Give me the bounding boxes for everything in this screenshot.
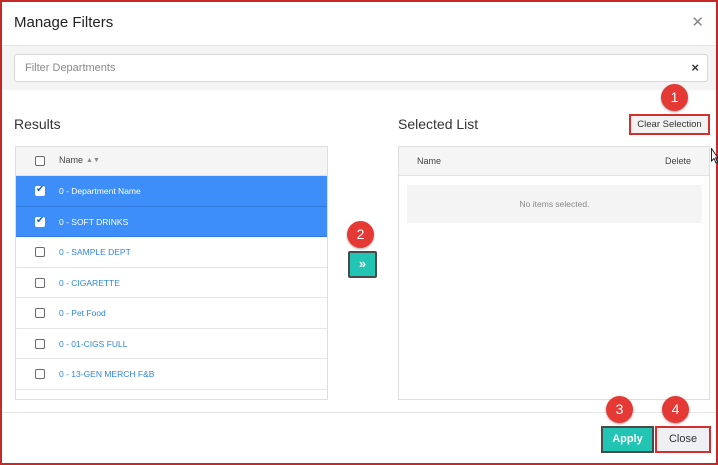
result-row[interactable]: 0 - 01-CIGS FULL [16, 329, 327, 359]
selected-list: Name Delete No items selected. [398, 146, 710, 400]
row-checkbox[interactable] [35, 277, 45, 288]
result-row[interactable]: 0 - SOFT DRINKS [16, 206, 327, 237]
annotation-badge-4: 4 [662, 396, 689, 423]
filter-bar: × [2, 46, 716, 90]
result-row-label[interactable]: 0 - Pet Food [59, 308, 106, 318]
select-all-checkbox[interactable] [35, 156, 45, 166]
result-row-label[interactable]: 0 - SAMPLE DEPT [59, 247, 131, 257]
result-row[interactable]: 0 - 13-GEN MERCH F&B [16, 359, 327, 390]
results-header: Name ▲▼ [16, 147, 327, 176]
results-title: Results [14, 116, 61, 132]
row-checkbox[interactable] [35, 247, 45, 257]
row-checkbox[interactable] [35, 369, 45, 379]
annotation-badge-3: 3 [606, 396, 633, 423]
result-row[interactable]: 0 - Department Name [16, 176, 327, 207]
row-checkbox[interactable] [35, 308, 45, 318]
name-column-header[interactable]: Name [59, 155, 83, 165]
clear-filter-icon[interactable]: × [691, 61, 699, 74]
selected-delete-column: Delete [664, 156, 691, 166]
filter-field: × [14, 54, 708, 82]
selected-list-header: Name Delete [399, 147, 709, 176]
row-checkbox[interactable] [35, 215, 45, 227]
result-row[interactable]: 0 - CIGARETTE [16, 268, 327, 298]
results-rows: 0 - Department Name 0 - SOFT DRINKS 0 - SA… [16, 176, 327, 390]
empty-state-message: No items selected. [407, 185, 702, 223]
dialog-title: Manage Filters [14, 14, 114, 31]
move-selected-button[interactable]: » [348, 251, 377, 278]
result-row[interactable]: 0 - SAMPLE DEPT [16, 237, 327, 268]
close-icon[interactable]: ✕ [691, 15, 704, 30]
annotation-badge-2: 2 [347, 221, 374, 248]
apply-button[interactable]: Apply [601, 426, 654, 453]
result-row[interactable]: 0 - Pet Food [16, 298, 327, 329]
result-row-label[interactable]: 0 - Department Name [59, 186, 141, 196]
filter-departments-input[interactable] [15, 55, 675, 81]
mouse-cursor-icon [711, 148, 718, 164]
result-row-label[interactable]: 0 - 13-GEN MERCH F&B [59, 369, 154, 379]
clear-selection-button[interactable]: Clear Selection [629, 114, 710, 135]
sort-icon[interactable]: ▲▼ [86, 157, 100, 164]
dialog-header: Manage Filters ✕ [2, 2, 716, 46]
result-row-label[interactable]: 0 - 01-CIGS FULL [59, 339, 128, 349]
row-checkbox[interactable] [35, 338, 45, 349]
results-list: Name▲▼ 0 - Department Name 0 - SOFT DRINK… [15, 146, 328, 400]
annotation-badge-1: 1 [661, 84, 688, 111]
result-row-label[interactable]: 0 - SOFT DRINKS [59, 217, 128, 227]
selected-name-column: Name [417, 156, 442, 166]
selected-list-title: Selected List [398, 116, 479, 132]
close-button[interactable]: Close [655, 426, 711, 453]
row-checkbox[interactable] [35, 184, 45, 196]
result-row-label[interactable]: 0 - CIGARETTE [59, 278, 120, 288]
